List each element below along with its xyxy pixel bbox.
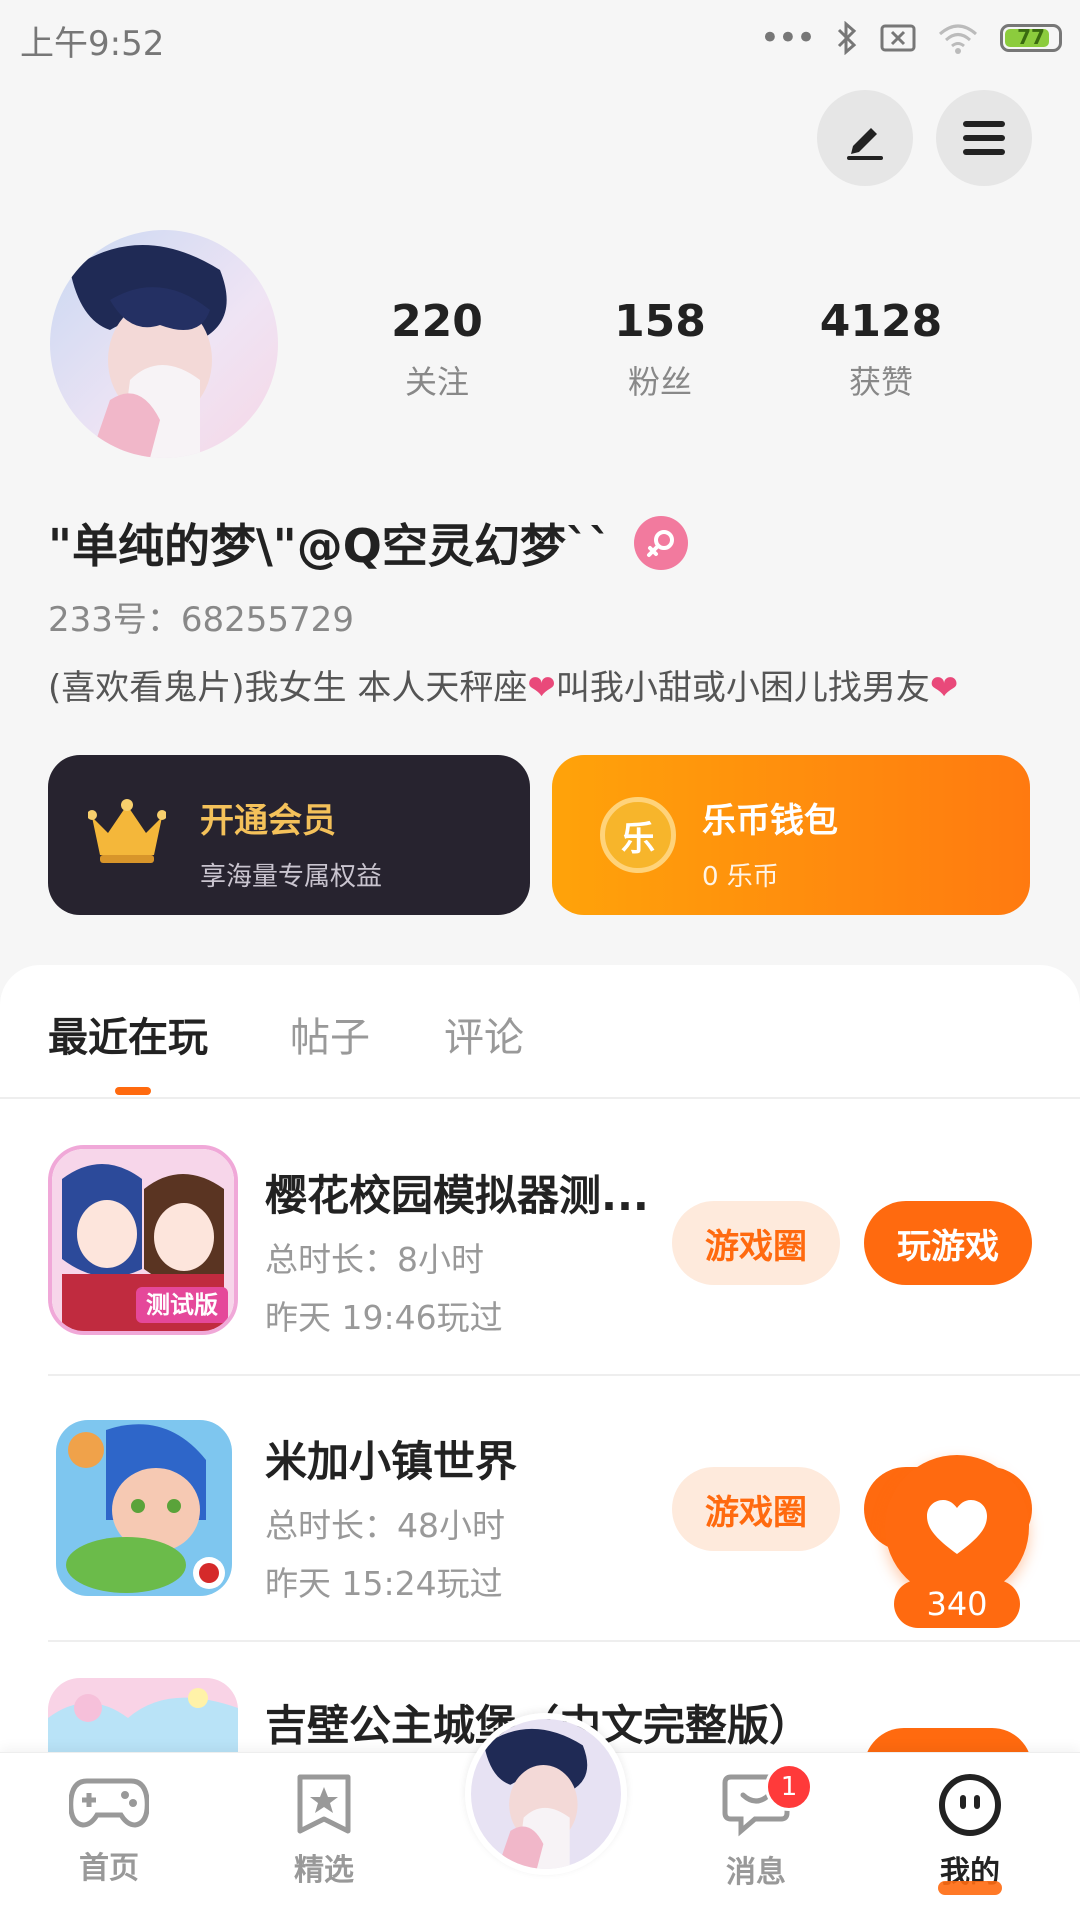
stat-likes[interactable]: 4128 获赞 xyxy=(781,296,981,403)
stat-fans[interactable]: 158 粉丝 xyxy=(560,296,760,403)
nav-home[interactable]: 首页 xyxy=(29,1773,189,1887)
nav-center-avatar[interactable] xyxy=(465,1713,627,1875)
nav-messages-label: 消息 xyxy=(726,1855,786,1890)
game-last-played: 昨天 19:46玩过 xyxy=(265,1298,503,1337)
tab-comments[interactable]: 评论 xyxy=(444,1005,524,1063)
bio-text-1: (喜欢看鬼片)我女生 本人天秤座 xyxy=(48,668,528,708)
nickname-row: "单纯的梦\"@Q空灵幻梦`` xyxy=(48,510,688,576)
game-name: 樱花校园模拟器测... xyxy=(265,1171,649,1220)
stat-following[interactable]: 220 关注 xyxy=(337,296,537,403)
status-time: 上午9:52 xyxy=(20,24,165,64)
gamepad-icon xyxy=(68,1778,150,1828)
heart-icon: ❤ xyxy=(527,668,556,708)
tab-divider xyxy=(0,1097,1080,1099)
icon-badge-text: 测试版 xyxy=(146,1291,218,1319)
fans-count: 158 xyxy=(614,296,706,347)
tab-indicator xyxy=(115,1087,151,1095)
bio-text-2: 叫我小甜或小困儿找男友 xyxy=(555,668,930,708)
profile-avatar[interactable] xyxy=(50,230,278,458)
wallet-card[interactable]: 乐 乐币钱包 0 乐币 xyxy=(552,755,1030,915)
game-icon-miga[interactable] xyxy=(56,1420,232,1596)
following-label: 关注 xyxy=(404,363,469,401)
vip-title: 开通会员 xyxy=(200,801,336,841)
following-count: 220 xyxy=(391,296,483,347)
bio: (喜欢看鬼片)我女生 本人天秤座❤叫我小甜或小困儿找男友❤ xyxy=(48,660,958,709)
bookmark-star-icon xyxy=(297,1774,351,1834)
game-info-2[interactable]: 米加小镇世界 总时长：48小时 昨天 15:24玩过 xyxy=(265,1428,517,1605)
vip-card[interactable]: 开通会员 享海量专属权益 xyxy=(48,755,530,915)
heart-icon xyxy=(927,1500,987,1554)
tab-recently-played[interactable]: 最近在玩 xyxy=(48,1005,208,1063)
status-icons: ••• 77 xyxy=(760,18,1062,58)
bluetooth-icon xyxy=(837,21,857,55)
more-dots-icon: ••• xyxy=(759,18,816,58)
female-icon xyxy=(633,516,688,570)
nav-home-label: 首页 xyxy=(79,1851,139,1886)
wifi-icon xyxy=(939,24,977,54)
bottom-nav: 首页 精选 消息 1 我的 xyxy=(0,1713,1080,1921)
nickname: "单纯的梦\"@Q空灵幻梦`` xyxy=(48,519,612,573)
nav-me[interactable]: 我的 xyxy=(890,1773,1050,1891)
like-count: 340 xyxy=(894,1580,1020,1628)
content-panel xyxy=(0,965,1080,1765)
battery-level: 77 xyxy=(1017,25,1045,49)
nav-featured[interactable]: 精选 xyxy=(244,1773,404,1889)
message-badge: 1 xyxy=(765,1763,813,1811)
game-info-1[interactable]: 樱花校园模拟器测... 总时长：8小时 昨天 19:46玩过 xyxy=(265,1162,649,1339)
wallet-title: 乐币钱包 xyxy=(702,801,838,841)
coin-glyph: 乐 xyxy=(621,818,655,859)
menu-icon xyxy=(963,121,1005,155)
game-icon-princess[interactable] xyxy=(48,1678,238,1752)
game-icon-sakura[interactable]: 测试版 xyxy=(48,1145,238,1335)
game-duration: 总时长：8小时 xyxy=(265,1240,484,1279)
vip-subtitle: 享海量专属权益 xyxy=(200,862,383,892)
likes-label: 获赞 xyxy=(848,363,913,401)
pen-icon xyxy=(847,128,883,160)
user-id: 233号：68255729 xyxy=(48,600,354,640)
heart-icon: ❤ xyxy=(929,668,959,708)
game-circle-button[interactable]: 游戏圈 xyxy=(672,1467,840,1551)
menu-button[interactable] xyxy=(936,90,1032,186)
row-divider xyxy=(48,1640,1080,1642)
wallet-balance: 0 乐币 xyxy=(702,862,779,892)
game-duration: 总时长：48小时 xyxy=(265,1506,505,1545)
fans-label: 粉丝 xyxy=(627,363,692,401)
face-icon xyxy=(939,1774,1001,1836)
tab-posts[interactable]: 帖子 xyxy=(290,1005,370,1063)
floating-like-button[interactable] xyxy=(885,1455,1029,1599)
battery-icon: 77 xyxy=(1000,24,1062,52)
crown-icon xyxy=(88,799,166,863)
nav-featured-label: 精选 xyxy=(294,1853,354,1888)
row-divider xyxy=(48,1374,1080,1376)
likes-count: 4128 xyxy=(819,296,943,347)
nav-active-indicator xyxy=(938,1881,1002,1895)
game-last-played: 昨天 15:24玩过 xyxy=(265,1564,503,1603)
coin-icon: 乐 xyxy=(600,797,676,873)
edit-profile-button[interactable] xyxy=(817,90,913,186)
game-circle-button[interactable]: 游戏圈 xyxy=(672,1201,840,1285)
play-game-button[interactable]: 玩游戏 xyxy=(864,1201,1032,1285)
game-name: 米加小镇世界 xyxy=(265,1437,518,1486)
sim-icon xyxy=(880,24,916,52)
